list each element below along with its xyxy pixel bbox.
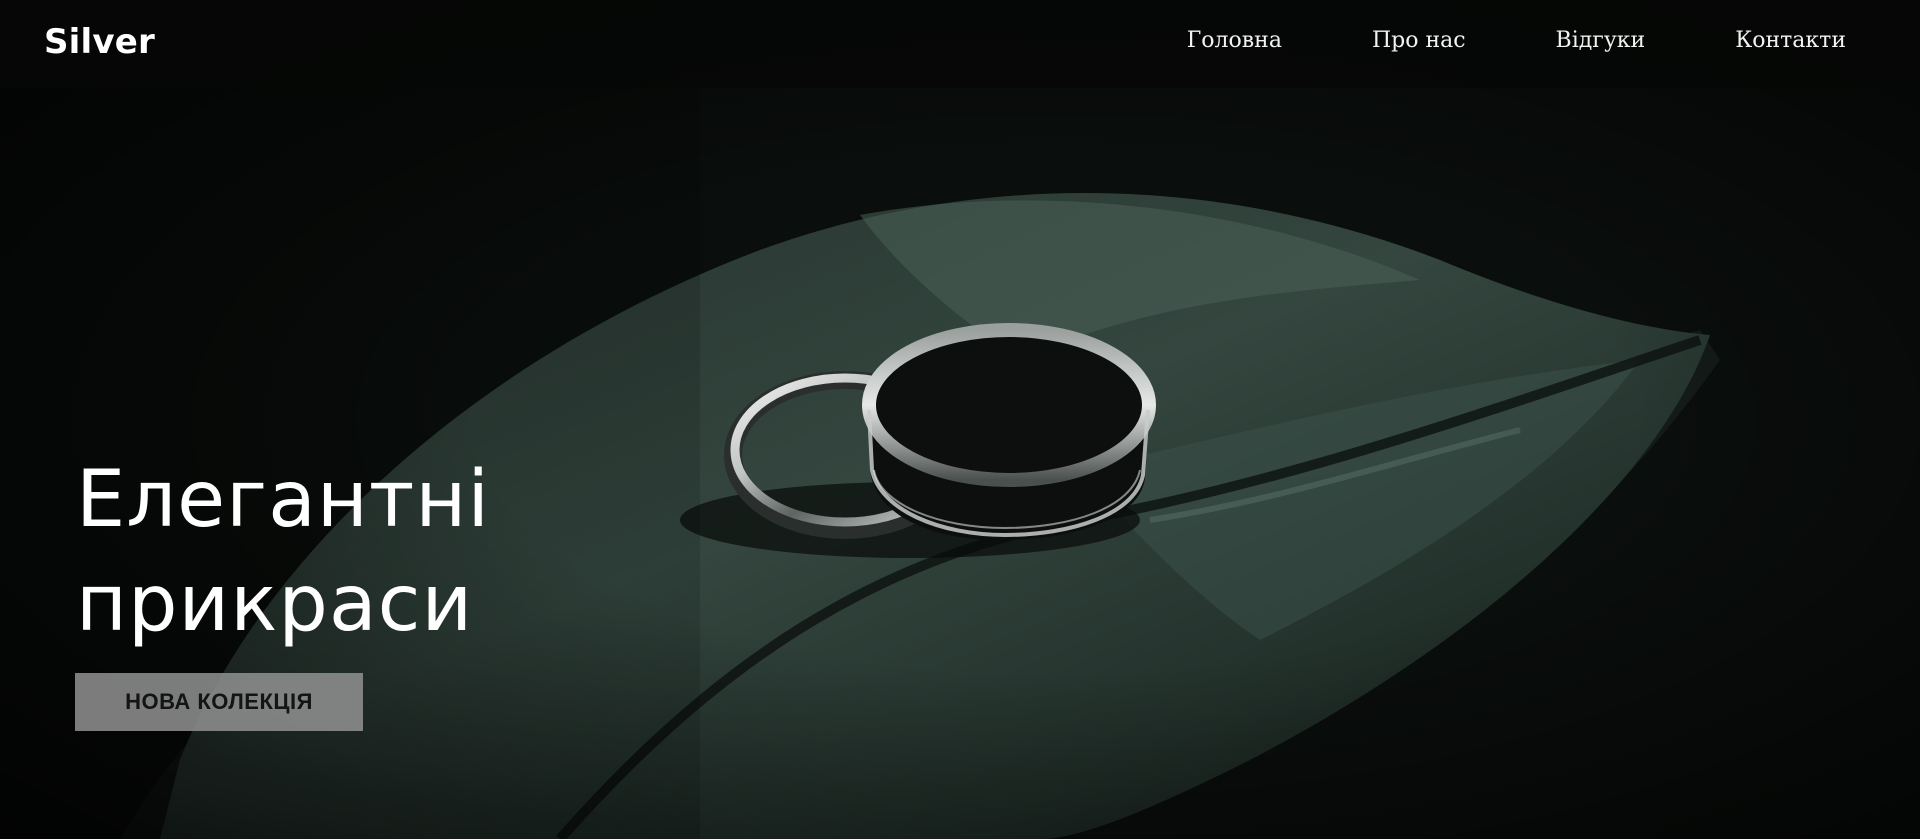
nav-item-contacts[interactable]: Контакти [1735,28,1846,53]
nav-item-home[interactable]: Головна [1187,28,1282,53]
site-header: Silver Головна Про нас Відгуки Контакти [0,0,1920,88]
new-collection-button[interactable]: НОВА КОЛЕКЦІЯ [75,673,363,731]
main-nav: Головна Про нас Відгуки Контакти [1187,28,1846,53]
hero-title: Елегантні прикраси [76,448,490,656]
page: Silver Головна Про нас Відгуки Контакти … [0,0,1920,839]
site-logo[interactable]: Silver [44,22,155,62]
nav-item-about[interactable]: Про нас [1372,28,1466,53]
nav-item-reviews[interactable]: Відгуки [1556,28,1646,53]
hero-title-line-2: прикраси [76,559,474,649]
hero-title-line-1: Елегантні [76,455,491,545]
